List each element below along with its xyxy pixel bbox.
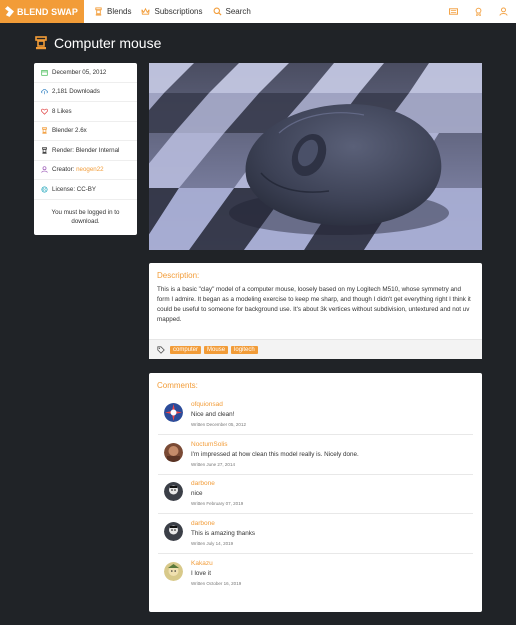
page-title-text: Computer mouse	[54, 35, 162, 51]
comment-text: I love it	[191, 570, 211, 577]
blender-icon	[35, 36, 47, 50]
user-icon	[41, 166, 48, 174]
comment-text: This is amazing thanks	[191, 530, 256, 537]
comment-item: ofquionsad Nice and clean! Written Decem…	[158, 397, 473, 435]
comments-heading: Comments:	[157, 381, 198, 390]
comment-author[interactable]: darbone	[191, 520, 215, 527]
crown-icon	[141, 7, 151, 15]
comment-date: Written October 16, 2019	[191, 581, 242, 586]
info-render: Render: Blender Internal	[34, 141, 137, 161]
blender-icon	[42, 127, 47, 134]
comment-date: Written June 27, 2014	[191, 462, 235, 467]
comment-text: I'm impressed at how clean this model re…	[191, 451, 359, 458]
render-icon	[42, 147, 47, 154]
description-heading: Description:	[157, 271, 200, 280]
brand-name: BLEND SWAP	[17, 6, 79, 17]
tags-icon	[157, 345, 165, 354]
nav-blends-label: Blends	[107, 7, 132, 16]
avatar[interactable]	[164, 403, 183, 422]
avatar[interactable]	[164, 443, 183, 462]
description-card: Description: This is a basic "clay" mode…	[149, 263, 482, 359]
comment-item: NoctumSolis I'm impressed at how clean t…	[158, 437, 473, 475]
comment-author[interactable]: Kakazu	[191, 560, 213, 567]
search-icon	[213, 7, 222, 16]
tag-bar: computer Mouse logitech	[149, 339, 482, 359]
comment-date: Written February 07, 2019	[191, 501, 244, 506]
nav-search[interactable]: Search	[213, 0, 251, 23]
user-account-button[interactable]	[499, 7, 508, 16]
info-downloads: 2,181 Downloads	[34, 83, 137, 102]
blendswap-logo-icon	[5, 6, 14, 17]
comment-author[interactable]: ofquionsad	[191, 401, 223, 408]
info-blender-version: Blender 2.6x	[34, 122, 137, 141]
heart-icon	[41, 108, 48, 115]
awards-button[interactable]	[474, 7, 483, 16]
award-icon	[475, 7, 482, 16]
info-date: December 05, 2012	[34, 63, 137, 83]
info-likes-text: 8 Likes	[52, 107, 72, 115]
tag-logitech[interactable]: logitech	[231, 345, 258, 354]
mouse-render-image	[149, 63, 482, 250]
blend-info-card: December 05, 2012 2,181 Downloads 8 Like…	[34, 63, 137, 235]
tag-mouse[interactable]: Mouse	[204, 345, 229, 354]
avatar[interactable]	[164, 562, 183, 581]
info-date-text: December 05, 2012	[52, 68, 107, 76]
user-icon	[499, 7, 508, 16]
blender-icon	[95, 7, 102, 16]
info-creator-label: Creator:	[52, 166, 75, 174]
comment-item: darbone This is amazing thanks Written J…	[158, 516, 473, 554]
newspaper-icon	[449, 8, 458, 15]
news-button[interactable]	[449, 7, 458, 16]
comment-date: Written July 14, 2019	[191, 541, 234, 546]
calendar-icon	[41, 69, 48, 76]
info-blender-text: Blender 2.6x	[52, 127, 87, 135]
nav-search-label: Search	[225, 7, 251, 16]
info-license-text: License: CC-BY	[52, 185, 97, 193]
navbar: BLEND SWAP Blends Subscriptions Search	[0, 0, 516, 23]
download-icon	[41, 89, 48, 95]
info-license[interactable]: License: CC-BY	[34, 180, 137, 200]
description-text: This is a basic "clay" model of a comput…	[157, 286, 471, 323]
comment-author[interactable]: darbone	[191, 480, 215, 487]
comment-text: Nice and clean!	[191, 411, 235, 418]
info-render-text: Render: Blender Internal	[52, 146, 120, 154]
info-creator: Creator: neogen22	[34, 161, 137, 180]
nav-right-group	[433, 0, 508, 23]
comment-author[interactable]: NoctumSolis	[191, 441, 227, 448]
login-required-note: You must be logged in to download.	[51, 208, 120, 225]
avatar[interactable]	[164, 522, 183, 541]
comment-item: darbone nice Written February 07, 2019	[158, 476, 473, 514]
avatar[interactable]	[164, 482, 183, 501]
creator-link[interactable]: neogen22	[76, 166, 104, 173]
license-icon	[41, 186, 48, 193]
nav-subscriptions-label: Subscriptions	[154, 7, 203, 16]
comments-card: Comments: ofquionsad Nice and clean! Wri…	[149, 373, 482, 612]
info-likes[interactable]: 8 Likes	[34, 102, 137, 122]
page-title: Computer mouse	[34, 35, 161, 51]
nav-blends[interactable]: Blends	[94, 0, 131, 23]
info-downloads-text: 2,181 Downloads	[52, 88, 100, 96]
brand-logo-link[interactable]: BLEND SWAP	[0, 0, 85, 23]
comment-date: Written December 05, 2012	[191, 422, 246, 427]
comment-item: Kakazu I love it Written October 16, 201…	[158, 556, 473, 594]
tag-computer[interactable]: computer	[170, 345, 202, 354]
comment-text: nice	[191, 490, 203, 497]
nav-subscriptions[interactable]: Subscriptions	[141, 0, 203, 23]
blend-preview-image[interactable]	[149, 63, 482, 250]
